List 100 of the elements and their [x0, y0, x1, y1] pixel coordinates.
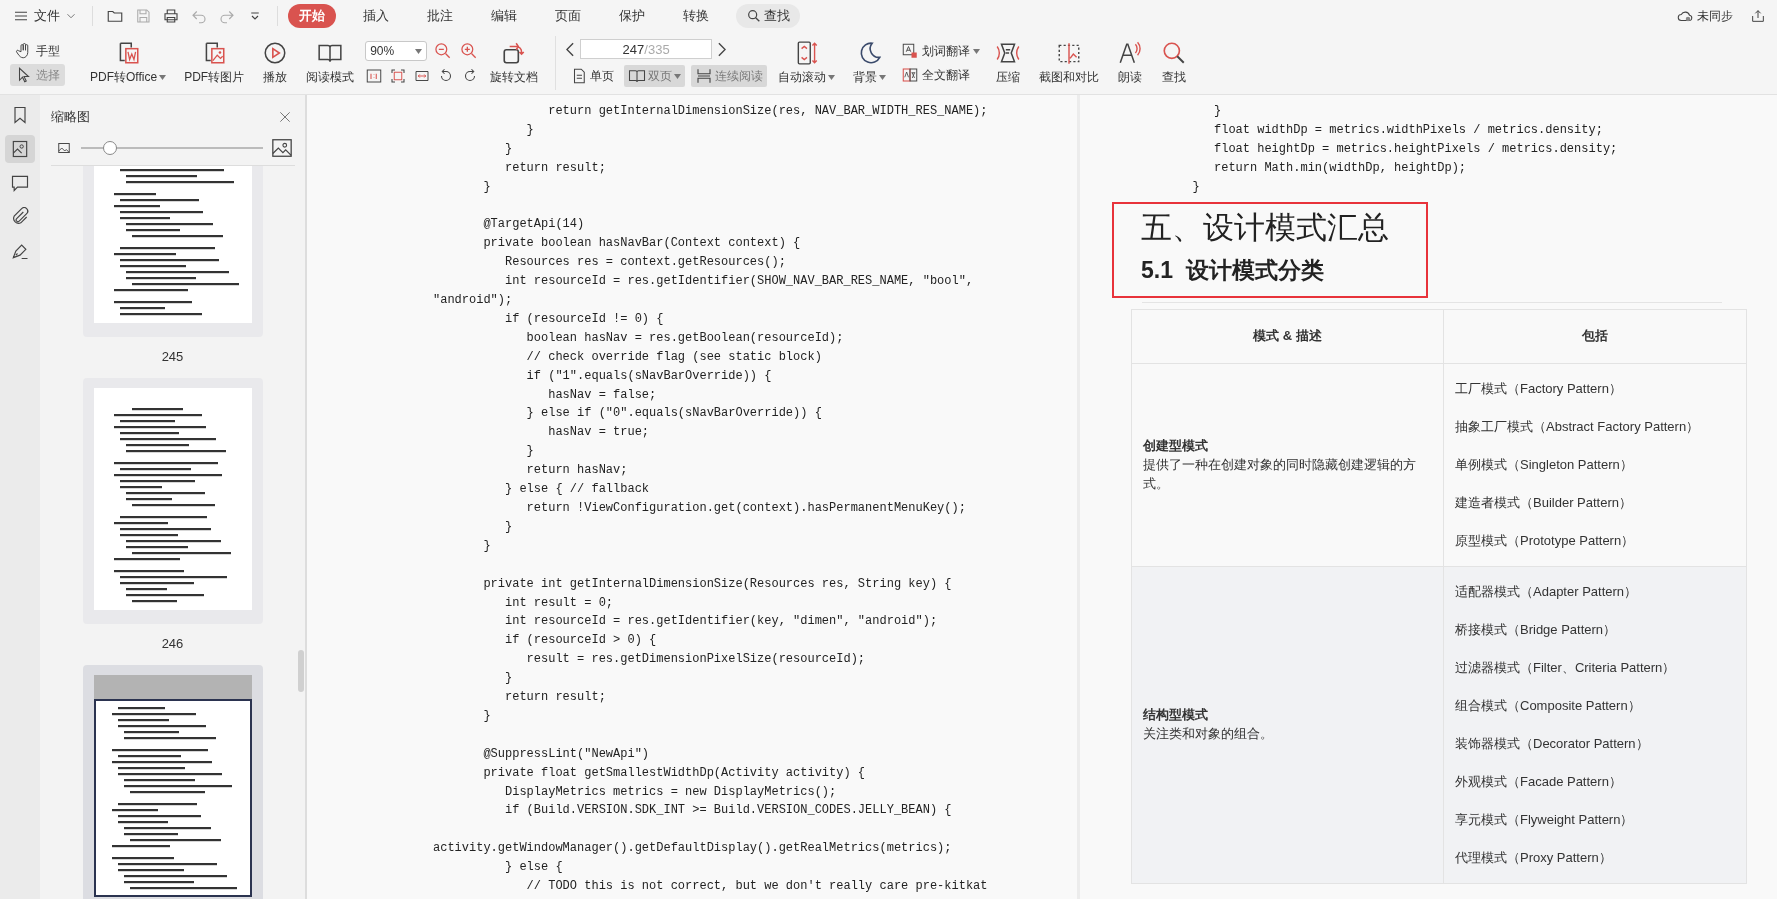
code-line: // check override flag (see static block) — [525, 348, 822, 366]
code-line: int resourceId = res.getIdentifier(key, "dimen", "android"); — [504, 613, 938, 631]
compress-button[interactable]: 压缩 — [988, 38, 1029, 88]
fit-page-icon — [389, 67, 408, 85]
slider-thumb[interactable] — [103, 141, 118, 155]
thumbnail-icon — [10, 139, 30, 159]
share-icon — [1750, 8, 1766, 24]
code-line: if ("1".equals(sNavBarOverride)) { — [525, 367, 772, 385]
auto-scroll-button[interactable]: 自动滚动 — [771, 38, 843, 88]
code-line: float heightDp = metrics.heightPixels / metrics.density; — [1213, 140, 1618, 158]
code-line: } — [504, 518, 513, 536]
pattern-name: 过滤器模式（Filter、Criteria Pattern） — [1455, 658, 1676, 677]
code-line: } — [1191, 178, 1200, 196]
page-number: 246 — [161, 636, 184, 651]
code-line: private int getInternalDimensionSize(Resources res, String key) { — [482, 575, 952, 593]
code-line: } — [525, 443, 534, 461]
pattern-name: 组合模式（Composite Pattern） — [1455, 696, 1641, 715]
play-button[interactable]: 播放 — [255, 38, 296, 88]
column-header: 包括 — [1443, 309, 1747, 364]
read-aloud-button[interactable]: 朗读 — [1110, 38, 1151, 88]
pen-icon — [10, 241, 30, 261]
code-line: } else if ("0".equals(sNavBarOverride)) { — [525, 405, 822, 423]
code-line: return !ViewConfiguration.get(context).hasPermanentMenuKey(); — [525, 500, 966, 517]
close-icon — [277, 109, 293, 125]
pattern-name: 适配器模式（Adapter Pattern） — [1455, 582, 1638, 601]
actual-size-button[interactable] — [365, 67, 384, 85]
pattern-name: 外观模式（Facade Pattern） — [1455, 772, 1622, 791]
close-button[interactable] — [277, 109, 293, 125]
pattern-name: 桥接模式（Bridge Pattern） — [1455, 620, 1617, 639]
word-translate-button[interactable]: 划词翻译 — [897, 42, 985, 60]
pattern-name: 代理模式（Proxy Pattern） — [1455, 848, 1612, 867]
full-translate-button[interactable]: 全文翻译 — [897, 66, 985, 84]
printer-icon — [162, 7, 180, 25]
menu-tab[interactable]: 开始 — [288, 4, 336, 28]
pattern-name: 抽象工厂模式（Abstract Factory Pattern） — [1455, 417, 1700, 436]
column-header: 模式 & 描述 — [1131, 309, 1444, 364]
code-line: } else { — [504, 859, 563, 877]
page-number-field[interactable]: 247/335 — [580, 39, 713, 59]
fit-page-button[interactable] — [389, 67, 408, 85]
menu-tab[interactable]: 批注 — [416, 4, 464, 28]
sync-status-button[interactable]: 未同步 — [1676, 7, 1733, 25]
code-line: result = res.getDimensionPixelSize(resourceId); — [525, 651, 866, 669]
pdf-to-image-button[interactable]: PDF转图片 — [177, 38, 252, 88]
single-page-view-button[interactable]: 单页 — [566, 65, 619, 87]
screenshot-compare-button[interactable]: 截图和对比 — [1032, 38, 1107, 88]
code-line: } — [504, 140, 513, 158]
code-line: return hasNav; — [525, 462, 628, 480]
menu-tab[interactable]: 页面 — [544, 4, 592, 28]
code-line: activity.getWindowManager().getDefaultDisplay().getRealMetrics(metrics); — [433, 840, 952, 858]
search-button[interactable]: 查找 — [736, 4, 800, 28]
menu-tab[interactable]: 编辑 — [480, 4, 528, 28]
menu-tab[interactable]: 转换 — [672, 4, 720, 28]
caret-icon — [415, 48, 423, 54]
code-line: if (resourceId > 0) { — [504, 632, 657, 650]
reading-mode-button[interactable]: 阅读模式 — [299, 38, 362, 88]
next-page-button[interactable] — [718, 41, 727, 57]
panel-title: 缩略图 — [51, 108, 90, 126]
code-line: if (Build.VERSION.SDK_INT >= Build.VERSION_CODES.JELLY_BEAN) { — [504, 802, 952, 820]
scrollbar[interactable] — [298, 650, 304, 692]
find-button[interactable]: 查找 — [1154, 38, 1195, 88]
code-line: @SuppressLint("NewApi") — [482, 745, 650, 763]
pattern-name: 建造者模式（Builder Pattern） — [1455, 493, 1632, 512]
code-line: if (resourceId != 0) { — [504, 310, 664, 328]
section-heading: 5.1 设计模式分类 — [1141, 255, 1324, 285]
page-number: 245 — [161, 349, 184, 364]
pdf-to-office-button[interactable]: PDF转Office — [83, 38, 174, 88]
image-icon — [271, 137, 293, 159]
code-line: hasNav = true; — [547, 424, 650, 442]
category-name: 结构型模式 — [1143, 706, 1209, 725]
code-line: boolean hasNav = res.getBoolean(resourceId); — [525, 329, 844, 347]
search-icon — [746, 8, 762, 24]
category-name: 创建型模式 — [1143, 436, 1209, 455]
background-button[interactable]: 背景 — [846, 38, 894, 88]
file-menu[interactable]: 文件 — [8, 5, 82, 27]
code-line: float widthDp = metrics.widthPixels / metrics.density; — [1213, 121, 1603, 139]
thumbnails-panel-button[interactable] — [5, 135, 35, 163]
pattern-name: 工厂模式（Factory Pattern） — [1455, 379, 1622, 398]
category-description: 提供了一种在创建对象的同时隐藏创建逻辑的方式。 — [1143, 455, 1417, 493]
code-line: private boolean hasNavBar(Context context) { — [482, 235, 801, 253]
pattern-name: 单例模式（Singleton Pattern） — [1455, 455, 1633, 474]
menu-tab[interactable]: 保护 — [608, 4, 656, 28]
previous-page-button[interactable] — [566, 41, 575, 57]
translate-icon — [901, 66, 920, 84]
code-line: return result; — [504, 159, 606, 177]
menu-tab[interactable]: 插入 — [352, 4, 400, 28]
zoom-select[interactable]: 90% — [365, 41, 428, 61]
chevron-left-icon — [566, 41, 575, 57]
code-line: } — [525, 121, 534, 139]
hand-tool-button[interactable]: 手型 — [10, 40, 65, 62]
speaker-letter-icon — [1117, 40, 1144, 66]
rotate-document-button[interactable]: 旋转文档 — [483, 38, 546, 88]
pattern-name: 享元模式（Flyweight Pattern） — [1455, 810, 1634, 829]
code-line: "android"); — [433, 292, 513, 310]
chapter-heading: 五、设计模式汇总 — [1141, 208, 1389, 247]
thumbnail-card[interactable] — [82, 665, 263, 899]
code-line: } — [482, 537, 491, 555]
continuous-pages-icon — [695, 67, 714, 85]
code-line: } else { // fallback — [504, 481, 650, 499]
thumbnail-card[interactable] — [82, 378, 263, 624]
pattern-name: 装饰器模式（Decorator Pattern） — [1455, 734, 1649, 753]
